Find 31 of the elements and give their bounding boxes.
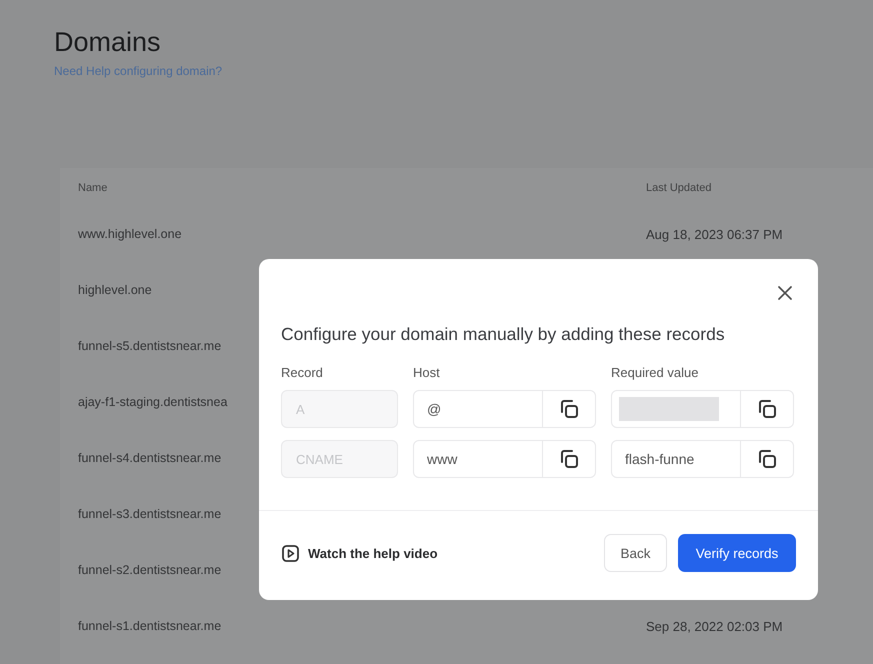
dialog-button[interactable]: Back (604, 534, 667, 572)
help-video-label: Watch the help video (308, 546, 438, 560)
table-cell: ajay-f1-staging.dentistsnea (78, 395, 228, 409)
help-video-link[interactable]: Watch the help video (282, 544, 438, 562)
table-cell: www.highlevel.one (78, 227, 182, 241)
column-label: Record (281, 365, 324, 380)
column-header: Name (78, 182, 108, 194)
value-field[interactable]: flash-funne (611, 440, 794, 478)
host-field[interactable]: @ (413, 390, 596, 428)
table-cell: Aug 18, 2023 06:37 PM (646, 226, 783, 242)
table-cell: funnel-s3.dentistsnear.me (78, 507, 222, 521)
table-cell: funnel-s1.dentistsnear.me (78, 619, 222, 633)
copy-icon (558, 398, 580, 420)
table-cell: funnel-s5.dentistsnear.me (78, 339, 222, 353)
value-field[interactable] (611, 390, 794, 428)
copy-icon (558, 448, 580, 470)
table-cell: funnel-s4.dentistsnear.me (78, 451, 222, 465)
play-icon (282, 544, 299, 562)
dialog-button[interactable]: Verify records (678, 534, 796, 572)
modal-title: Configure your domain manually by adding these records (281, 324, 726, 345)
host-field[interactable]: www (413, 440, 596, 478)
page-title: Domains (54, 26, 162, 59)
column-label: Required value (611, 365, 700, 380)
column-header: Last Updated (646, 182, 712, 194)
column-label: Host (413, 365, 441, 380)
close-icon[interactable] (777, 285, 793, 301)
table-cell: funnel-s2.dentistsnear.me (78, 563, 222, 577)
table-cell: highlevel.one (78, 283, 152, 297)
table-cell: Sep 28, 2022 02:03 PM (646, 618, 783, 634)
copy-icon (756, 448, 778, 470)
copy-icon (756, 398, 778, 420)
